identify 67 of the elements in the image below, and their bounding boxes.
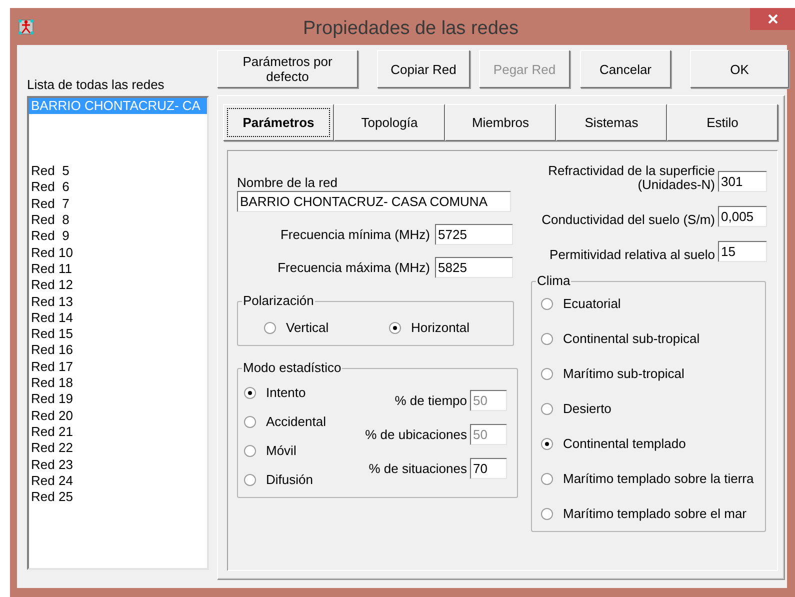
field-label: Refractividad de la superficie (Unidades-N) bbox=[548, 164, 715, 192]
radio-option[interactable]: Marítimo templado sobre el mar bbox=[541, 506, 759, 522]
list-item[interactable]: Red 24 bbox=[29, 472, 207, 490]
close-button[interactable] bbox=[750, 8, 795, 30]
list-item[interactable]: Red 8 bbox=[29, 212, 207, 228]
list-item[interactable]: Red 12 bbox=[29, 277, 207, 294]
close-icon bbox=[768, 14, 778, 24]
list-item[interactable]: Red 9 bbox=[29, 228, 207, 245]
list-item[interactable]: Red 22 bbox=[29, 440, 207, 457]
input-field[interactable]: BARRIO CHONTACRUZ- CASA COMUNA bbox=[237, 191, 511, 212]
input-field[interactable]: 0,005 bbox=[718, 206, 767, 227]
field-label: Frecuencia máxima (MHz) bbox=[278, 258, 430, 277]
list-item[interactable]: Red 14 bbox=[29, 310, 207, 326]
radio-option[interactable]: Marítimo sub-tropical bbox=[541, 366, 759, 382]
list-item[interactable]: Red 15 bbox=[29, 326, 207, 342]
field-label: % de tiempo bbox=[394, 392, 467, 410]
input-field[interactable]: 5825 bbox=[435, 257, 513, 278]
input-field[interactable]: 70 bbox=[470, 458, 507, 479]
list-item[interactable]: Red 25 bbox=[29, 489, 207, 506]
tab[interactable]: Estilo bbox=[667, 104, 778, 141]
radio-option[interactable]: Vertical bbox=[264, 318, 389, 338]
list-item[interactable]: Red 7 bbox=[29, 196, 207, 212]
radio-option[interactable]: Horizontal bbox=[389, 318, 470, 338]
radio-option[interactable]: Accidental bbox=[244, 414, 326, 430]
tab[interactable]: Sistemas bbox=[556, 104, 667, 141]
network-icon bbox=[18, 18, 34, 34]
group-title: Modo estadístico bbox=[242, 361, 342, 375]
tab[interactable]: Topología bbox=[334, 104, 445, 141]
list-item[interactable]: Red 18 bbox=[29, 375, 207, 392]
list-item[interactable]: Red 5 bbox=[29, 163, 207, 180]
field-label: % de situaciones bbox=[368, 460, 467, 478]
list-item[interactable]: Red 21 bbox=[29, 424, 207, 440]
field-label: % de ubicaciones bbox=[365, 426, 467, 444]
list-item[interactable]: Red 20 bbox=[29, 408, 207, 424]
list-item[interactable]: Red 19 bbox=[29, 391, 207, 408]
input-field[interactable]: 301 bbox=[718, 171, 767, 192]
window-title: Propiedades de las redes bbox=[303, 17, 518, 41]
input-field[interactable]: 5725 bbox=[435, 224, 513, 245]
toolbar-button[interactable]: Copiar Red bbox=[377, 50, 470, 88]
radio-option[interactable]: Ecuatorial bbox=[541, 296, 759, 312]
list-item[interactable]: Red 11 bbox=[29, 260, 207, 278]
list-item[interactable]: Red 23 bbox=[29, 456, 207, 473]
radio-option[interactable]: Marítimo templado sobre la tierra bbox=[541, 471, 759, 487]
tab[interactable]: Parámetros bbox=[223, 104, 334, 141]
field-label: Conductividad del suelo (S/m) bbox=[542, 213, 715, 227]
radio-option[interactable]: Desierto bbox=[541, 401, 759, 417]
toolbar-button[interactable]: Parámetros por defecto bbox=[217, 50, 358, 88]
toolbar-button[interactable]: Cancelar bbox=[580, 50, 671, 88]
radio-option[interactable]: Intento bbox=[244, 385, 326, 401]
list-item[interactable]: Red 13 bbox=[29, 294, 207, 310]
list-label: Lista de todas las redes bbox=[27, 76, 166, 94]
toolbar-button[interactable]: OK bbox=[690, 50, 789, 88]
group-title: Clima bbox=[536, 274, 572, 288]
field-label: Frecuencia mínima (MHz) bbox=[280, 226, 430, 244]
radio-option[interactable]: Continental templado bbox=[541, 436, 759, 452]
field-label: Nombre de la red bbox=[237, 174, 338, 191]
tab[interactable]: Miembros bbox=[445, 104, 556, 141]
group-title: Polarización bbox=[242, 294, 315, 308]
list-item[interactable]: Red 6 bbox=[29, 179, 207, 196]
list-item[interactable]: Red 10 bbox=[29, 244, 207, 261]
radio-option[interactable]: Continental sub-tropical bbox=[541, 331, 759, 347]
list-item[interactable]: Red 17 bbox=[29, 358, 207, 376]
list-item[interactable]: Red 16 bbox=[29, 342, 207, 359]
radio-option[interactable]: Móvil bbox=[244, 443, 326, 459]
radio-option[interactable]: Difusión bbox=[244, 472, 326, 488]
field-label: Permitividad relativa al suelo bbox=[550, 248, 715, 262]
input-field[interactable]: 15 bbox=[718, 241, 767, 262]
